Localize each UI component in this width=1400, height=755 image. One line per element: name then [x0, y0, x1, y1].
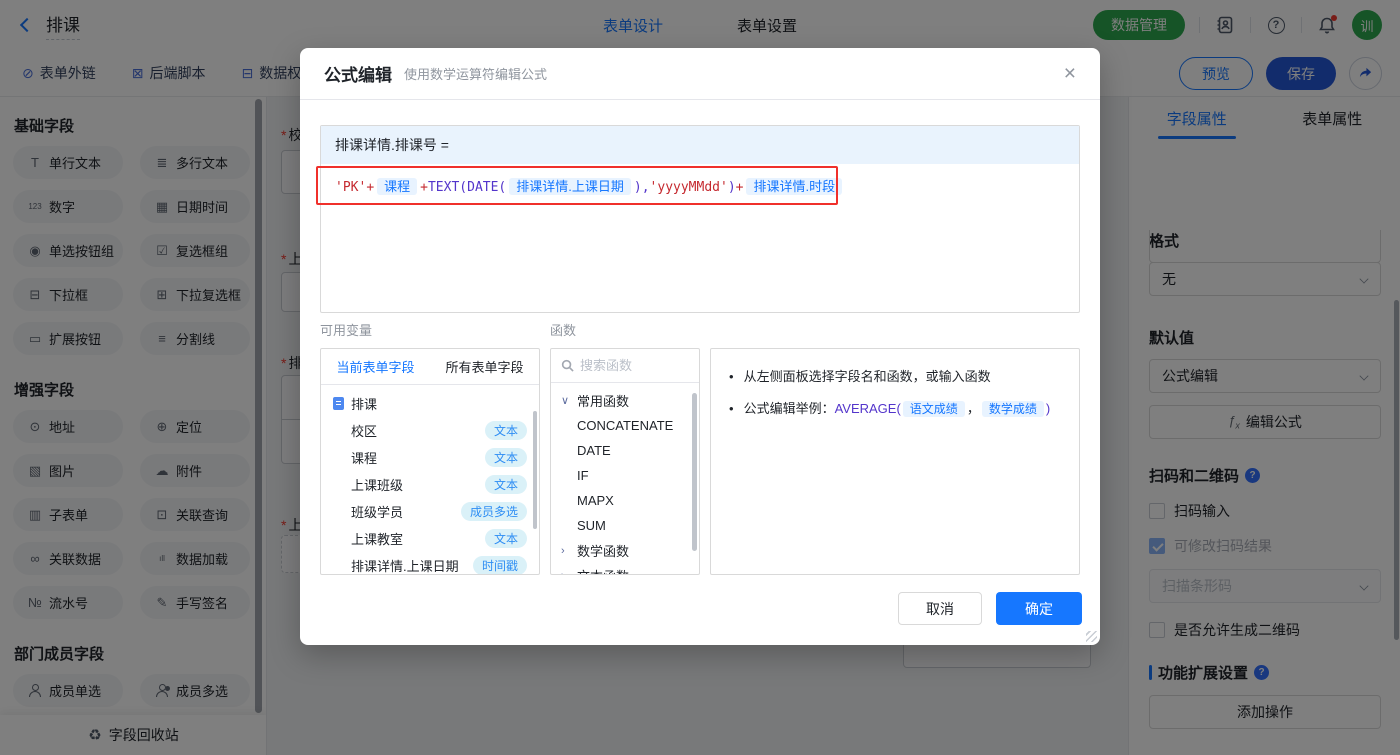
variables-label: 可用变量	[320, 323, 373, 338]
modal-subtitle: 使用数学运算符编辑公式	[404, 67, 548, 82]
modal-title: 公式编辑	[324, 66, 392, 85]
variable-type-badge: 文本	[484, 421, 527, 440]
variable-name: 上课教室	[351, 532, 404, 547]
variable-row[interactable]: 课程 文本	[321, 444, 539, 471]
variable-row[interactable]: 班级学员 成员多选	[321, 498, 539, 525]
formula-token: +	[366, 180, 375, 195]
variable-type-badge: 时间戳	[472, 556, 527, 574]
variables-panel: 当前表单字段 所有表单字段 排课 校区 文本 课程 文本 上课班级 文本 班级学员 成员多选上…	[320, 348, 540, 575]
chevron-down-icon: ∨	[561, 395, 570, 407]
variable-row[interactable]: 校区 文本	[321, 417, 539, 444]
search-icon	[561, 359, 574, 372]
chevron-right-icon: ›	[561, 544, 565, 557]
formula-editor-modal: 公式编辑 使用数学运算符编辑公式 × 排课详情.排课号 = 'PK'+ 课程 +TE…	[300, 48, 1100, 645]
formula-token: +	[735, 180, 744, 195]
variable-name: 校区	[351, 424, 378, 439]
variable-name: 课程	[351, 451, 378, 466]
function-name: CONCATENATE	[577, 418, 674, 433]
resize-handle[interactable]	[1086, 631, 1097, 642]
tab-current-form-fields[interactable]: 当前表单字段	[321, 349, 430, 384]
form-doc-icon	[333, 397, 344, 410]
variable-type-badge: 文本	[484, 448, 527, 467]
formula-field-chip[interactable]: 课程	[377, 178, 418, 195]
function-group-name: 常用函数	[577, 394, 630, 409]
tips-panel: • 从左侧面板选择字段名和函数，或输入函数 • 公式编辑举例：AVERAGE(语…	[710, 348, 1080, 575]
close-icon[interactable]: ×	[1064, 63, 1076, 84]
tip-line: • 从左侧面板选择字段名和函数，或输入函数	[729, 369, 991, 384]
function-group-row[interactable]: › 文本函数	[551, 563, 699, 575]
function-group-name: 文本函数	[577, 566, 629, 574]
function-item-MAPX[interactable]: MAPX	[551, 488, 699, 513]
chevron-right-icon: ›	[561, 570, 571, 575]
function-item-IF[interactable]: IF	[551, 463, 699, 488]
modal-header: 公式编辑 使用数学运算符编辑公式 ×	[300, 48, 1100, 100]
variable-type-badge: 成员多选	[460, 502, 527, 521]
example-token: AVERAGE(	[834, 401, 901, 416]
app-root: 排课 表单设计 表单设置 数据管理 ? 训 ⊘表单外链⊠后端脚本⊟数据权 预览 …	[0, 0, 1400, 755]
variables-tabs: 当前表单字段 所有表单字段	[321, 349, 539, 385]
formula-token: 'yyyyMMdd'	[649, 180, 728, 195]
confirm-button[interactable]: 确定	[996, 592, 1082, 625]
formula-token: )	[727, 180, 736, 195]
variable-row[interactable]: 排课详情.上课日期 时间戳	[321, 552, 539, 574]
function-name: IF	[577, 468, 589, 483]
example-field-chip: 数学成绩	[981, 401, 1044, 417]
formula-token: ),	[633, 180, 650, 195]
function-name: SUM	[577, 518, 606, 533]
formula-token: 'PK'	[335, 180, 367, 195]
formula-field-chip[interactable]: 排课详情.时段	[746, 178, 843, 195]
variables-scrollbar[interactable]	[533, 411, 537, 529]
formula-editor[interactable]: 排课详情.排课号 = 'PK'+ 课程 +TEXT(DATE(排课详情.上课日期),…	[320, 125, 1080, 313]
function-name: DATE	[577, 443, 611, 458]
modal-footer: 取消 确定	[898, 592, 1082, 625]
function-name: MAPX	[577, 493, 614, 508]
cancel-button[interactable]: 取消	[898, 592, 982, 625]
variable-name: 排课详情.上课日期	[351, 559, 459, 574]
formula-token: +	[420, 180, 428, 195]
variable-name: 班级学员	[351, 505, 404, 520]
formula-target: 排课详情.排课号 =	[321, 126, 1079, 164]
example-token: )	[1045, 401, 1051, 416]
variable-row[interactable]: 上课教室 文本	[321, 525, 539, 552]
formula-field-chip[interactable]: 排课详情.上课日期	[509, 178, 631, 195]
function-group-row[interactable]: › 数学函数	[551, 538, 699, 563]
functions-panel: ∨ 常用函数 CONCATENATE DATE IF MAPX SUM › 数学函数 › 文本函数	[550, 348, 700, 575]
function-item-CONCATENATE[interactable]: CONCATENATE	[551, 413, 699, 438]
functions-scrollbar[interactable]	[692, 393, 697, 551]
function-list: ∨ 常用函数 CONCATENATE DATE IF MAPX SUM › 数学函数 › 文本函数	[551, 383, 699, 575]
tab-all-form-fields[interactable]: 所有表单字段	[430, 349, 539, 384]
function-group-name: 数学函数	[577, 544, 630, 559]
variables-root-row[interactable]: 排课	[321, 390, 539, 417]
function-item-DATE[interactable]: DATE	[551, 438, 699, 463]
tip-example-line: • 公式编辑举例：AVERAGE(语文成绩，数学成绩)	[729, 401, 1051, 417]
variables-list: 排课 校区 文本 课程 文本 上课班级 文本 班级学员 成员多选 上课教室 文本 排课详情.上课日期…	[321, 385, 539, 574]
formula-token: TEXT(DATE(	[427, 180, 507, 195]
variable-type-badge: 文本	[484, 475, 527, 494]
function-search-input[interactable]	[580, 358, 689, 373]
function-item-SUM[interactable]: SUM	[551, 513, 699, 538]
variable-type-badge: 文本	[484, 529, 527, 548]
variable-row[interactable]: 上课班级 文本	[321, 471, 539, 498]
functions-label: 函数	[550, 323, 577, 338]
formula-expression[interactable]: 'PK'+ 课程 +TEXT(DATE(排课详情.上课日期),'yyyyMMdd')…	[321, 164, 1079, 207]
function-group-row[interactable]: ∨ 常用函数	[551, 388, 699, 413]
variable-name: 上课班级	[351, 478, 404, 493]
function-search	[551, 349, 699, 383]
example-token: ，	[966, 401, 980, 416]
example-field-chip: 语文成绩	[902, 401, 965, 417]
